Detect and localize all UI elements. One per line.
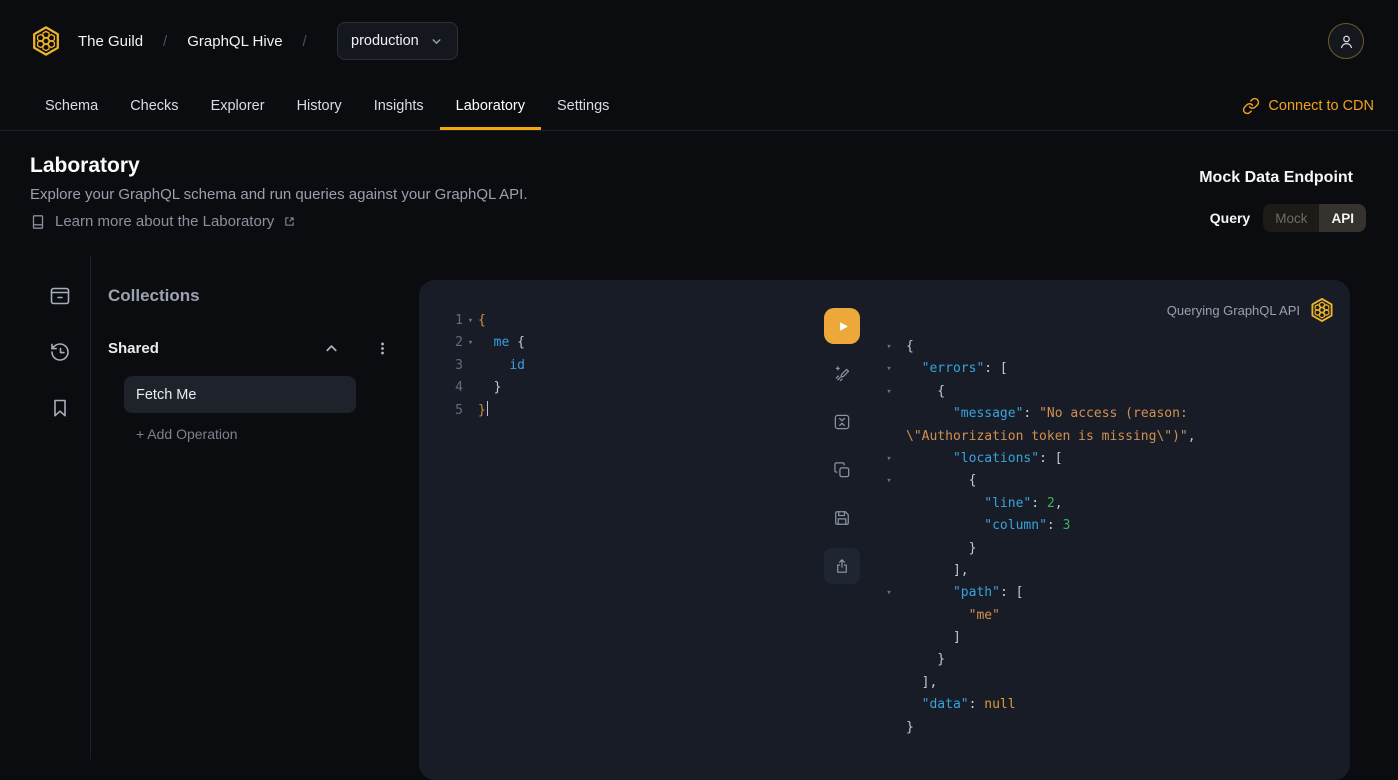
prettify-icon[interactable] bbox=[832, 364, 852, 384]
learn-more-link[interactable]: Learn more about the Laboratory bbox=[30, 213, 296, 230]
endpoint-segmented-control: Mock API bbox=[1263, 204, 1366, 232]
connect-to-cdn-link[interactable]: Connect to CDN bbox=[1242, 82, 1374, 130]
mock-endpoint-title: Mock Data Endpoint bbox=[1199, 169, 1353, 187]
link-icon bbox=[1242, 97, 1260, 115]
tab-schema[interactable]: Schema bbox=[29, 82, 114, 130]
tab-laboratory[interactable]: Laboratory bbox=[440, 82, 541, 130]
breadcrumb-separator: / bbox=[303, 33, 307, 50]
learn-more-label: Learn more about the Laboratory bbox=[55, 213, 274, 230]
laboratory-sidebar-rail bbox=[0, 256, 91, 759]
tab-explorer[interactable]: Explorer bbox=[195, 82, 281, 130]
response-viewer: ▾{▾ "errors": [▾ { "message": "No access… bbox=[882, 336, 1196, 739]
external-link-icon bbox=[283, 215, 296, 228]
execute-query-button[interactable] bbox=[824, 308, 860, 344]
response-endpoint-label: Querying GraphQL API bbox=[1167, 303, 1300, 318]
endpoint-toggle-row: Query Mock API bbox=[1210, 204, 1366, 232]
collection-group-shared[interactable]: Shared bbox=[108, 336, 391, 360]
nav-tabs: Schema Checks Explorer History Insights … bbox=[29, 82, 625, 130]
query-editor[interactable]: 1▾{2▾ me {3 id4 }5} bbox=[447, 310, 525, 422]
merge-fragments-icon[interactable] bbox=[832, 412, 852, 432]
history-icon[interactable] bbox=[48, 340, 72, 364]
target-selector-value: production bbox=[351, 33, 419, 49]
tab-history[interactable]: History bbox=[281, 82, 358, 130]
query-label: Query bbox=[1210, 210, 1250, 226]
segment-mock[interactable]: Mock bbox=[1263, 204, 1319, 232]
operations-collection-icon[interactable] bbox=[48, 284, 72, 308]
share-icon bbox=[833, 557, 851, 575]
tab-settings[interactable]: Settings bbox=[541, 82, 625, 130]
operation-item-fetch-me[interactable]: Fetch Me bbox=[124, 376, 356, 413]
bookmark-icon[interactable] bbox=[48, 396, 72, 420]
breadcrumb-separator: / bbox=[163, 33, 167, 50]
tab-checks[interactable]: Checks bbox=[114, 82, 194, 130]
collections-title: Collections bbox=[108, 286, 200, 306]
collection-group-label: Shared bbox=[108, 340, 323, 357]
breadcrumb-project[interactable]: GraphQL Hive bbox=[187, 33, 282, 50]
breadcrumb: The Guild / GraphQL Hive / bbox=[78, 30, 307, 52]
project-nav: Schema Checks Explorer History Insights … bbox=[0, 82, 1398, 131]
graphiql-editor-panel: 1▾{2▾ me {3 id4 }5} bbox=[419, 280, 1350, 780]
person-icon bbox=[1337, 32, 1356, 51]
page-head: Laboratory Explore your GraphQL schema a… bbox=[0, 130, 1398, 256]
hive-logo-icon[interactable] bbox=[30, 25, 62, 57]
share-operation-button[interactable] bbox=[824, 548, 860, 584]
book-icon bbox=[30, 214, 46, 230]
page-title: Laboratory bbox=[30, 154, 140, 178]
play-icon bbox=[834, 318, 851, 335]
hive-logo-icon bbox=[1309, 297, 1335, 323]
add-operation-button[interactable]: + Add Operation bbox=[136, 426, 238, 442]
segment-api[interactable]: API bbox=[1319, 204, 1366, 232]
user-avatar-button[interactable] bbox=[1328, 23, 1364, 59]
breadcrumb-org[interactable]: The Guild bbox=[78, 33, 143, 50]
tab-insights[interactable]: Insights bbox=[358, 82, 440, 130]
target-selector-dropdown[interactable]: production bbox=[337, 22, 458, 60]
connect-to-cdn-label: Connect to CDN bbox=[1268, 98, 1374, 114]
save-operation-icon[interactable] bbox=[832, 508, 852, 528]
copy-query-icon[interactable] bbox=[832, 460, 852, 480]
chevron-up-icon[interactable] bbox=[323, 340, 340, 357]
kebab-menu-icon[interactable] bbox=[374, 340, 391, 357]
page-description: Explore your GraphQL schema and run quer… bbox=[30, 186, 528, 203]
top-header: The Guild / GraphQL Hive / production bbox=[0, 0, 1398, 82]
collections-panel: Collections Shared Fetch Me + Add Operat… bbox=[92, 256, 419, 759]
graphql-hive-laboratory-page: { "header": { "breadcrumb": { "org": "Th… bbox=[0, 0, 1398, 759]
chevron-down-icon bbox=[429, 34, 444, 49]
response-endpoint-indicator: Querying GraphQL API bbox=[1167, 297, 1335, 323]
